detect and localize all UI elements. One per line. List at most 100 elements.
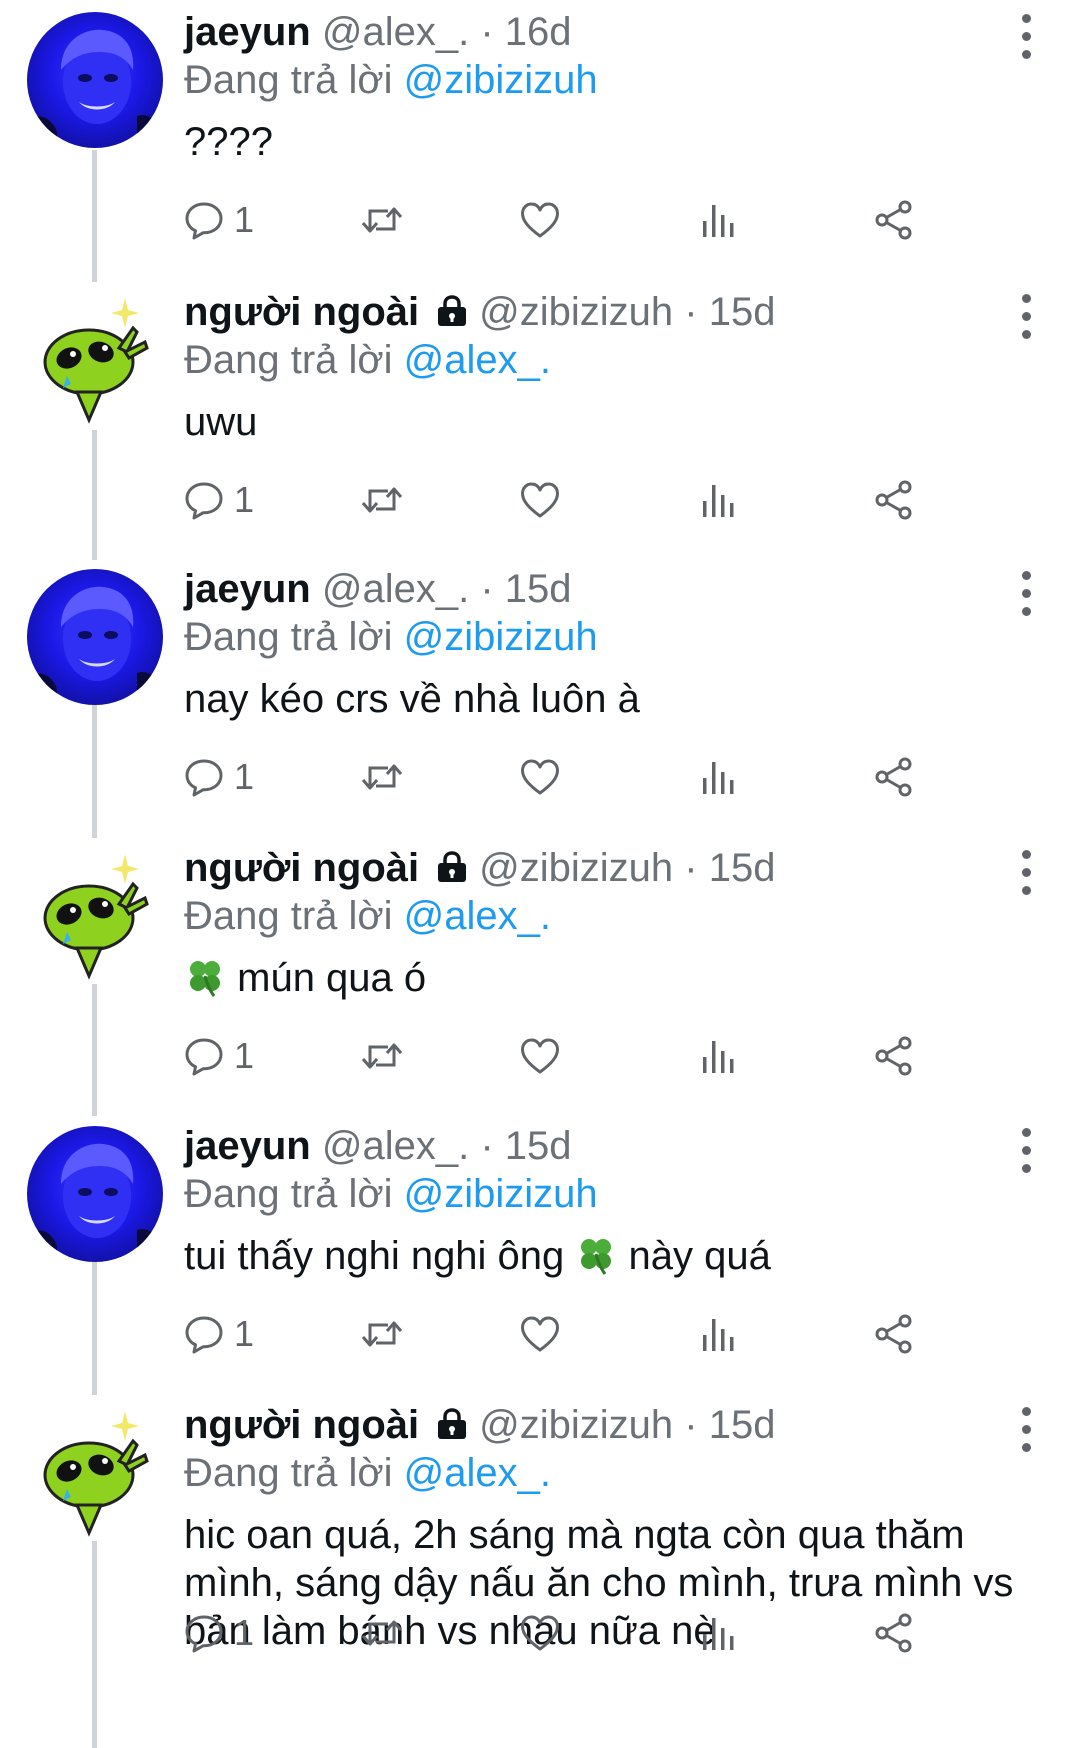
user-handle[interactable]: @zibizizuh: [479, 846, 673, 890]
mention-link[interactable]: @zibizizuh: [404, 615, 598, 659]
timestamp[interactable]: · 15d: [684, 1403, 775, 1447]
timestamp[interactable]: · 15d: [684, 846, 775, 890]
alien-avatar-image: [43, 1411, 149, 1537]
replying-to: Đang trả lời @zibizizuh: [184, 613, 1020, 661]
mention-link[interactable]: @alex_.: [404, 1451, 551, 1495]
retweet-icon: [361, 764, 403, 790]
more-vertical-icon[interactable]: [1020, 1128, 1032, 1174]
more-vertical-icon[interactable]: [1020, 14, 1032, 60]
tweet[interactable]: người ngoài @zibizizuh · 15d Đang trả lời…: [0, 280, 1080, 558]
retweet-button[interactable]: [360, 747, 404, 807]
display-name[interactable]: người ngoài: [184, 1403, 419, 1447]
replying-to: Đang trả lời @zibizizuh: [184, 56, 1020, 104]
share-button[interactable]: [874, 747, 914, 807]
like-button[interactable]: [520, 190, 560, 250]
reply-button[interactable]: 1: [184, 1603, 254, 1663]
views-button[interactable]: [700, 747, 736, 807]
share-button[interactable]: [874, 1603, 914, 1663]
views-button[interactable]: [700, 190, 736, 250]
share-button[interactable]: [874, 1026, 914, 1086]
display-name[interactable]: người ngoài: [184, 290, 419, 334]
heart-icon: [521, 1316, 559, 1352]
views-button[interactable]: [700, 1603, 736, 1663]
retweet-icon: [361, 487, 403, 513]
retweet-button[interactable]: [360, 470, 404, 530]
views-button[interactable]: [700, 1304, 736, 1364]
retweet-button[interactable]: [360, 190, 404, 250]
display-name[interactable]: jaeyun: [184, 567, 311, 611]
replying-label: Đang trả lời: [184, 615, 393, 659]
tweet-header: jaeyun @alex_. · 15d: [184, 1122, 1020, 1170]
tweet[interactable]: người ngoài @zibizizuh · 15d Đang trả lời…: [0, 836, 1080, 1114]
share-icon: [875, 1613, 912, 1653]
mention-link[interactable]: @alex_.: [404, 338, 551, 382]
more-vertical-icon[interactable]: [1020, 1407, 1032, 1453]
action-bar: 1: [184, 470, 1040, 530]
like-button[interactable]: [520, 747, 560, 807]
timestamp[interactable]: · 15d: [480, 1124, 571, 1168]
tweet-content: jaeyun @alex_. · 15d Đang trả lời @zibiz…: [184, 1122, 1020, 1282]
jaeyun-avatar-image: [27, 586, 163, 705]
tweet[interactable]: jaeyun @alex_. · 15d Đang trả lời @zibiz…: [0, 1114, 1080, 1392]
like-button[interactable]: [520, 1304, 560, 1364]
tweet[interactable]: người ngoài @zibizizuh · 15d Đang trả lời…: [0, 1393, 1080, 1683]
like-button[interactable]: [520, 470, 560, 530]
mention-link[interactable]: @alex_.: [404, 894, 551, 938]
speech-bubble-icon: [185, 202, 223, 240]
retweet-button[interactable]: [360, 1304, 404, 1364]
share-button[interactable]: [874, 470, 914, 530]
retweet-button[interactable]: [360, 1603, 404, 1663]
timestamp[interactable]: · 15d: [480, 567, 571, 611]
alien-avatar[interactable]: [27, 848, 163, 984]
user-handle[interactable]: @alex_.: [322, 10, 469, 54]
share-icon: [875, 200, 912, 240]
jaeyun-avatar-image: [27, 1143, 163, 1262]
lock-icon: [438, 295, 467, 327]
four-leaf-clover-icon: [190, 961, 220, 998]
reply-count: 1: [234, 1035, 255, 1076]
bar-chart-icon: [703, 1319, 734, 1351]
user-handle[interactable]: @zibizizuh: [479, 290, 673, 334]
alien-avatar[interactable]: [27, 292, 163, 428]
display-name[interactable]: người ngoài: [184, 846, 419, 890]
more-vertical-icon[interactable]: [1020, 571, 1032, 617]
user-handle[interactable]: @zibizizuh: [479, 1403, 673, 1447]
views-button[interactable]: [700, 1026, 736, 1086]
reply-button[interactable]: 1: [184, 1304, 254, 1364]
more-vertical-icon[interactable]: [1020, 294, 1032, 340]
jaeyun-avatar[interactable]: [27, 569, 163, 705]
tweet-text-before: uwu: [184, 400, 258, 444]
alien-avatar[interactable]: [27, 1405, 163, 1541]
reply-count: 1: [234, 756, 255, 797]
display-name[interactable]: jaeyun: [184, 10, 311, 54]
reply-button[interactable]: 1: [184, 1026, 254, 1086]
share-icon: [875, 480, 912, 520]
more-vertical-icon[interactable]: [1020, 850, 1032, 896]
heart-icon: [521, 202, 559, 238]
retweet-icon: [361, 1620, 403, 1646]
like-button[interactable]: [520, 1603, 560, 1663]
bar-chart-icon: [703, 1618, 734, 1650]
jaeyun-avatar[interactable]: [27, 12, 163, 148]
jaeyun-avatar[interactable]: [27, 1126, 163, 1262]
mention-link[interactable]: @zibizizuh: [404, 1172, 598, 1216]
share-button[interactable]: [874, 190, 914, 250]
tweet-header: người ngoài @zibizizuh · 15d: [184, 844, 1020, 892]
display-name[interactable]: jaeyun: [184, 1124, 311, 1168]
retweet-button[interactable]: [360, 1026, 404, 1086]
reply-button[interactable]: 1: [184, 470, 254, 530]
user-handle[interactable]: @alex_.: [322, 1124, 469, 1168]
share-button[interactable]: [874, 1304, 914, 1364]
reply-button[interactable]: 1: [184, 190, 254, 250]
tweet[interactable]: jaeyun @alex_. · 15d Đang trả lời @zibiz…: [0, 557, 1080, 835]
timestamp[interactable]: · 15d: [684, 290, 775, 334]
reply-button[interactable]: 1: [184, 747, 254, 807]
user-handle[interactable]: @alex_.: [322, 567, 469, 611]
tweet[interactable]: jaeyun @alex_. · 16d Đang trả lời @zibiz…: [0, 0, 1080, 278]
replying-to: Đang trả lời @alex_.: [184, 336, 1020, 384]
like-button[interactable]: [520, 1026, 560, 1086]
views-button[interactable]: [700, 470, 736, 530]
timestamp[interactable]: · 16d: [480, 10, 571, 54]
tweet-header: jaeyun @alex_. · 15d: [184, 565, 1020, 613]
mention-link[interactable]: @zibizizuh: [404, 58, 598, 102]
